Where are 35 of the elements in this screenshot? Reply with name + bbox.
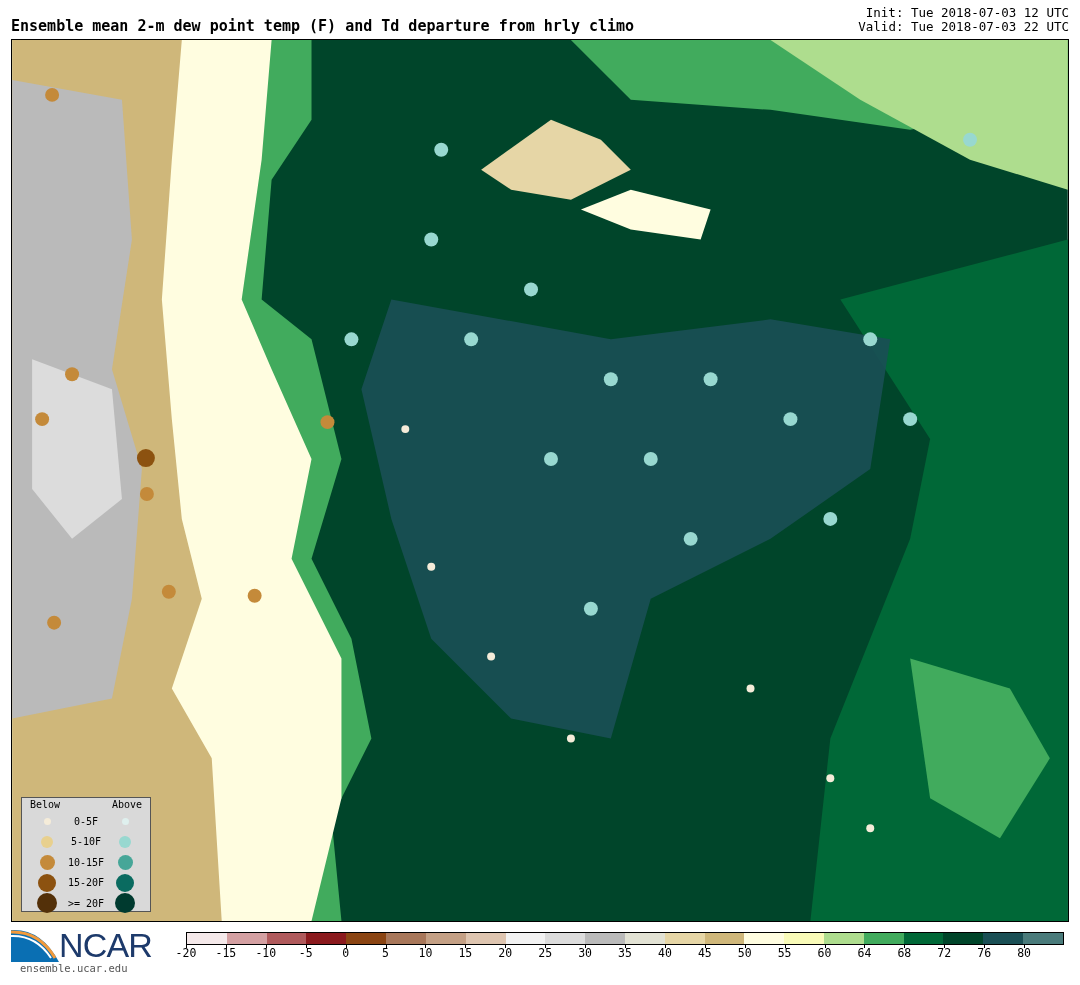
tick-label: 50 <box>737 948 752 960</box>
tick-label: 10 <box>418 948 433 960</box>
tick-label: 25 <box>538 948 553 960</box>
tick-label: 40 <box>658 948 672 960</box>
legend-header: Above <box>111 799 142 811</box>
tick-label: -5 <box>298 948 313 960</box>
tick-label: 45 <box>697 948 712 960</box>
legend-label: 10-15F <box>67 855 105 870</box>
tick-label: 0 <box>342 948 350 960</box>
swoosh-icon <box>11 928 59 962</box>
tick-label: 64 <box>857 948 872 960</box>
legend-label: 0-5F <box>73 814 99 829</box>
tick-label: 35 <box>618 948 632 960</box>
site-url: ensemble.ucar.edu <box>19 963 129 974</box>
tick-label: 76 <box>977 948 992 960</box>
valid-time: Valid: Tue 2018-07-03 22 UTC <box>858 20 1069 34</box>
logo-text: NCAR <box>59 928 152 962</box>
tick-label: -15 <box>215 948 237 960</box>
tick-label: -10 <box>255 948 277 960</box>
legend-label: 5-10F <box>70 835 102 850</box>
tick-label: 30 <box>578 948 592 960</box>
chart-title: Ensemble mean 2-m dew point temp (F) and Td departure from hrly climo <box>11 19 635 34</box>
tick-label: 60 <box>817 948 832 960</box>
tick-label: -20 <box>175 948 197 960</box>
init-time: Init: Tue 2018-07-03 12 UTC <box>865 6 1069 20</box>
tick-label: 55 <box>777 948 792 960</box>
tick-label: 5 <box>382 948 389 960</box>
tick-label: 72 <box>937 948 952 960</box>
legend-label: 15-20F <box>67 876 105 891</box>
tick-label: 15 <box>458 948 473 960</box>
legend-header: Below <box>30 799 61 811</box>
tick-label: 68 <box>897 948 912 960</box>
tick-label: 80 <box>1017 948 1031 960</box>
legend-label: >= 20F <box>67 896 105 911</box>
tick-label: 20 <box>498 948 513 960</box>
